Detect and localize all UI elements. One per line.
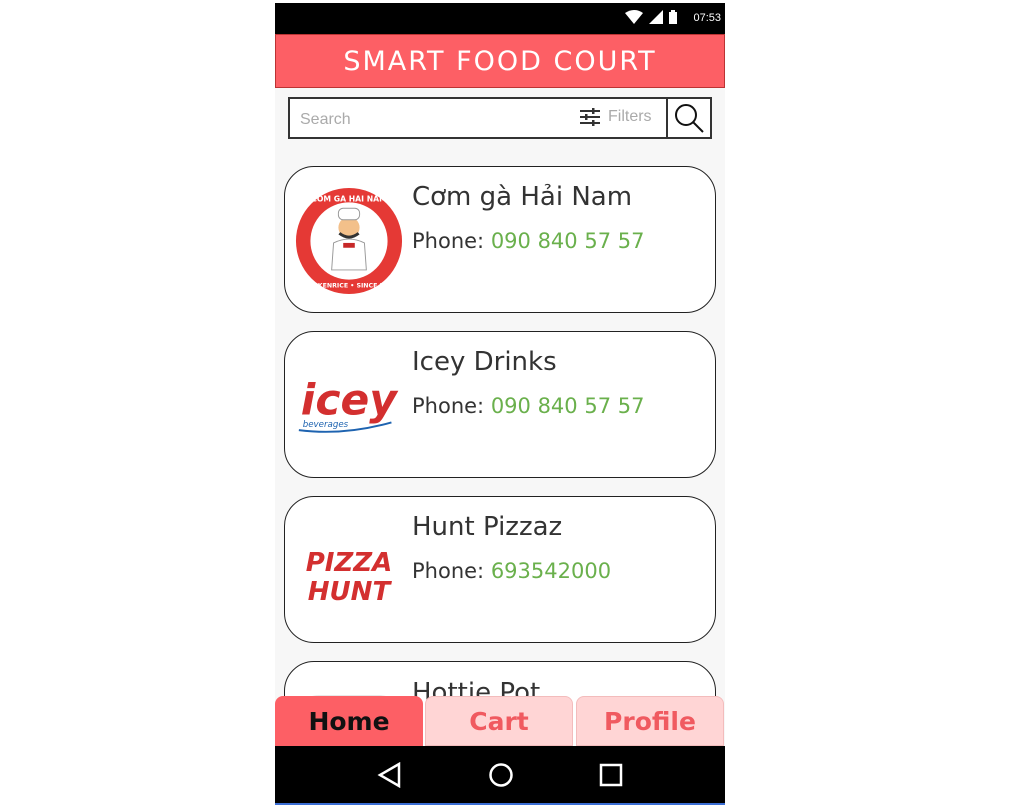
wifi-icon [625, 10, 643, 24]
status-time: 07:53 [693, 12, 721, 24]
svg-text:CHICKENRICE • SINCE 2017: CHICKENRICE • SINCE 2017 [301, 282, 397, 289]
svg-text:icey: icey [301, 377, 399, 426]
battery-icon [669, 10, 677, 24]
restaurant-phone: Phone: 090 840 57 57 [412, 394, 645, 418]
svg-text:beverages: beverages [303, 420, 349, 430]
restaurant-card[interactable]: COM GA HAI NAM CHICKENRICE • SINCE 2017 … [284, 166, 716, 313]
filters-button[interactable]: Filters [580, 108, 652, 126]
icey-logo: icey beverages [295, 352, 403, 460]
restaurant-card[interactable]: PIZZA HUNT Hunt Pizzaz Phone: 693542000 [284, 496, 716, 643]
tab-cart[interactable]: Cart [425, 696, 573, 746]
svg-text:COM GA HAI NAM: COM GA HAI NAM [311, 194, 387, 203]
home-icon[interactable] [488, 762, 514, 788]
phone-screen: 07:53 SMART FOOD COURT Filters [275, 3, 725, 809]
phone-number[interactable]: 090 840 57 57 [491, 394, 645, 418]
bottom-tab-bar: Home Cart Profile [275, 696, 725, 746]
bottom-divider [275, 803, 725, 809]
status-icons [625, 10, 677, 24]
recents-icon[interactable] [599, 763, 623, 787]
svg-text:PIZZA: PIZZA [306, 548, 393, 578]
app-title: SMART FOOD COURT [343, 45, 657, 77]
back-icon[interactable] [377, 761, 403, 788]
phone-number[interactable]: 090 840 57 57 [491, 229, 645, 253]
search-bar: Filters [288, 97, 712, 139]
restaurant-phone: Phone: 090 840 57 57 [412, 229, 645, 253]
svg-text:HUNT: HUNT [308, 577, 393, 607]
signal-icon [649, 10, 663, 24]
tab-home[interactable]: Home [275, 696, 423, 746]
phone-number[interactable]: 693542000 [491, 559, 611, 583]
status-bar: 07:53 [275, 3, 725, 34]
restaurant-name: Hunt Pizzaz [412, 512, 563, 542]
search-button[interactable] [666, 99, 710, 137]
system-nav-bar [275, 746, 725, 803]
com-ga-hai-nam-logo: COM GA HAI NAM CHICKENRICE • SINCE 2017 [295, 187, 403, 295]
search-input[interactable] [298, 107, 572, 133]
restaurant-card[interactable]: icey beverages Icey Drinks Phone: 090 84… [284, 331, 716, 478]
restaurant-phone: Phone: 693542000 [412, 559, 612, 583]
tab-profile[interactable]: Profile [576, 696, 724, 746]
filters-label: Filters [608, 108, 652, 125]
search-icon [675, 104, 704, 133]
app-header: SMART FOOD COURT [275, 34, 725, 88]
restaurant-name: Icey Drinks [412, 347, 557, 377]
pizza-hunt-logo: PIZZA HUNT [295, 517, 403, 625]
restaurant-name: Cơm gà Hải Nam [412, 182, 633, 212]
filter-sliders-icon [580, 108, 600, 126]
